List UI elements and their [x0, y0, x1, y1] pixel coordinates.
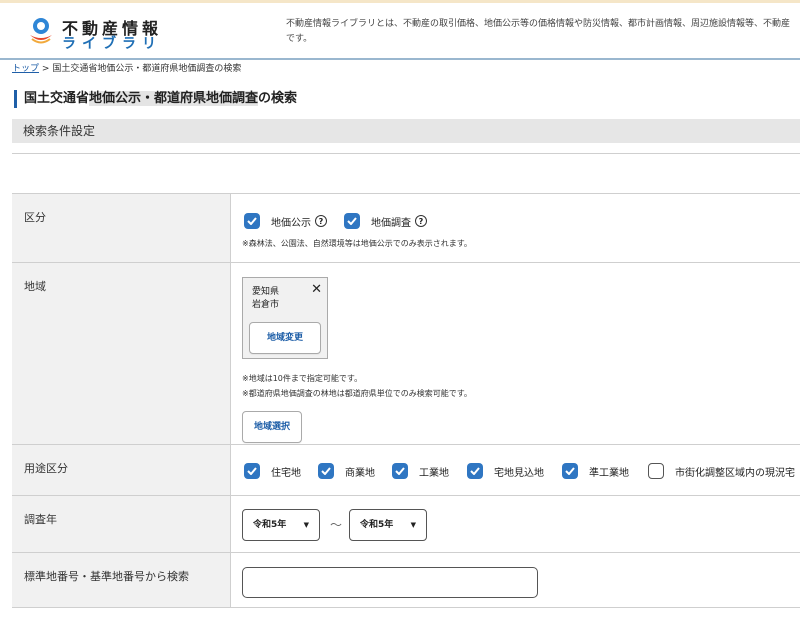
lot-number-input[interactable]: [242, 567, 538, 598]
year-from-value: 令和5年: [253, 520, 287, 530]
usage-label: 用途区分: [12, 445, 231, 495]
year-to-value: 令和5年: [360, 520, 394, 530]
year-to-select[interactable]: 令和5年 ▼: [349, 509, 427, 541]
site-description: 不動産情報ライブラリとは、不動産の取引価格、地価公示等の価格情報や防災情報、都市…: [286, 17, 800, 47]
chk-industrial-label: 工業地: [419, 467, 449, 479]
help-icon[interactable]: ?: [415, 215, 427, 227]
site-description-line1: 不動産情報ライブラリとは、不動産の取引価格、地価公示等の価格情報や防災情報、都市…: [286, 19, 791, 29]
site-description-line2: です。: [286, 34, 313, 44]
site-header: 不動産情報 ライブラリ 不動産情報ライブラリとは、不動産の取引価格、地価公示等の…: [0, 3, 800, 60]
breadcrumb-separator: >: [41, 64, 50, 74]
search-conditions-header: 検索条件設定: [12, 119, 800, 143]
category-label: 区分: [12, 194, 231, 262]
usage-row: 用途区分 住宅地 商業地 工業地 宅地見込地 準工業地 市街化調整区域内の現況宅: [12, 445, 800, 496]
year-range-separator: ～: [330, 518, 343, 532]
search-form: 区分 地価公示 ? 地価調査 ? ※森林法、公園法、自然環境等は地価公示でのみ表…: [12, 153, 800, 608]
chk-urbanization-control-label: 市街化調整区域内の現況宅: [675, 467, 795, 479]
breadcrumb: トップ > 国土交通省地価公示・都道府県地価調査の検索: [12, 61, 241, 74]
selected-region-city: 岩倉市: [252, 300, 280, 310]
chk-residential-label: 住宅地: [271, 467, 301, 479]
checkbox-checked-icon: [562, 463, 578, 479]
chk-commercial-label: 商業地: [345, 467, 375, 479]
logo-subtitle: ライブラリ: [62, 36, 162, 52]
year-from-select[interactable]: 令和5年 ▼: [242, 509, 320, 541]
survey-year-body: 令和5年 ▼ ～ 令和5年 ▼: [232, 496, 800, 552]
chk-residential[interactable]: 住宅地: [244, 463, 301, 479]
survey-year-row: 調査年 令和5年 ▼ ～ 令和5年 ▼: [12, 496, 800, 553]
lot-number-label: 標準地番号・基準地番号から検索: [12, 553, 231, 607]
breadcrumb-current: 国土交通省地価公示・都道府県地価調査の検索: [52, 64, 242, 74]
page-title-highlight: 地価公示・都道府県地価調査: [89, 91, 259, 106]
chk-semi-industrial[interactable]: 準工業地: [562, 463, 629, 479]
chk-chika-koji[interactable]: 地価公示 ?: [244, 213, 327, 229]
category-body: 地価公示 ? 地価調査 ? ※森林法、公園法、自然環境等は地価公示でのみ表示され…: [232, 194, 800, 262]
checkbox-checked-icon: [392, 463, 408, 479]
caret-down-icon: ▼: [410, 521, 416, 529]
chk-prospective-residential[interactable]: 宅地見込地: [467, 463, 544, 479]
page-title-prefix: 国土交通省: [24, 91, 90, 106]
category-note: ※森林法、公園法、自然環境等は地価公示でのみ表示されます。: [242, 239, 472, 248]
close-icon[interactable]: ✕: [311, 282, 322, 297]
usage-body: 住宅地 商業地 工業地 宅地見込地 準工業地 市街化調整区域内の現況宅: [232, 445, 800, 495]
checkbox-checked-icon: [467, 463, 483, 479]
category-row: 区分 地価公示 ? 地価調査 ? ※森林法、公園法、自然環境等は地価公示でのみ表…: [12, 194, 800, 263]
help-icon[interactable]: ?: [315, 215, 327, 227]
page-title: 国土交通省地価公示・都道府県地価調査の検索: [14, 90, 297, 108]
region-row: 地域 愛知県 岩倉市 ✕ 地域変更 ※地域は10件まで指定可能です。 ※都道府県…: [12, 263, 800, 445]
lot-number-body: [232, 553, 800, 607]
logo-mark-icon: [30, 18, 52, 44]
region-select-button[interactable]: 地域選択: [242, 411, 302, 443]
chk-semi-industrial-label: 準工業地: [589, 467, 629, 479]
selected-region-pref: 愛知県: [252, 287, 280, 297]
region-note-1: ※地域は10件まで指定可能です。: [242, 374, 363, 383]
chk-chika-chosa-label: 地価調査: [371, 217, 411, 229]
chk-prospective-residential-label: 宅地見込地: [494, 467, 544, 479]
chk-industrial[interactable]: 工業地: [392, 463, 449, 479]
chk-urbanization-control[interactable]: 市街化調整区域内の現況宅: [648, 463, 795, 479]
survey-year-label: 調査年: [12, 496, 231, 552]
region-change-button[interactable]: 地域変更: [249, 322, 321, 354]
lot-number-row: 標準地番号・基準地番号から検索: [12, 553, 800, 608]
chk-chika-koji-label: 地価公示: [271, 217, 311, 229]
page-title-suffix: の検索: [258, 91, 298, 106]
checkbox-checked-icon: [344, 213, 360, 229]
checkbox-checked-icon: [244, 463, 260, 479]
breadcrumb-home-link[interactable]: トップ: [12, 64, 39, 74]
form-spacer-row: [12, 154, 800, 194]
region-body: 愛知県 岩倉市 ✕ 地域変更 ※地域は10件まで指定可能です。 ※都道府県地価調…: [232, 263, 800, 444]
selected-region-text: 愛知県 岩倉市: [252, 286, 279, 312]
checkbox-checked-icon: [244, 213, 260, 229]
region-note-2: ※都道府県地価調査の林地は都道府県単位でのみ検索可能です。: [242, 389, 472, 398]
checkbox-unchecked-icon: [648, 463, 664, 479]
selected-region-card: 愛知県 岩倉市 ✕ 地域変更: [242, 277, 328, 359]
chk-commercial[interactable]: 商業地: [318, 463, 375, 479]
region-label: 地域: [12, 263, 231, 444]
site-logo[interactable]: 不動産情報 ライブラリ: [28, 13, 178, 53]
chk-chika-chosa[interactable]: 地価調査 ?: [344, 213, 427, 229]
checkbox-checked-icon: [318, 463, 334, 479]
caret-down-icon: ▼: [303, 521, 309, 529]
